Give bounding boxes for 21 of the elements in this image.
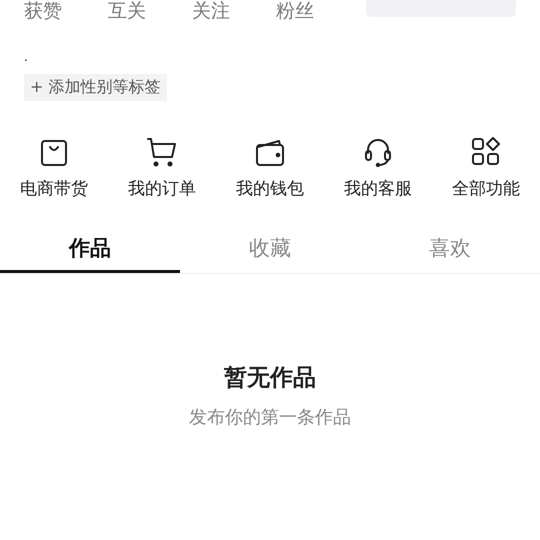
empty-subtitle: 发布你的第一条作品 [189, 406, 351, 429]
stat-label[interactable]: 互关 [108, 0, 192, 22]
shortcut-label[interactable]: 我的钱包 [236, 177, 304, 200]
cart-icon[interactable] [146, 137, 178, 167]
add-tag-button[interactable]: + 添加性别等标签 [24, 74, 166, 101]
stat-label[interactable]: 粉丝 [276, 0, 360, 22]
tab[interactable]: 喜欢 [360, 228, 540, 273]
shortcut-label[interactable]: 我的客服 [344, 177, 412, 200]
wallet-icon[interactable] [255, 139, 285, 167]
stat-label[interactable]: 获赞 [24, 0, 108, 22]
shopping-bag-icon[interactable] [40, 139, 68, 167]
shortcut-label[interactable]: 电商带货 [20, 177, 88, 200]
shortcut-label[interactable]: 我的订单 [128, 177, 196, 200]
grid-icon[interactable] [471, 137, 501, 167]
empty-title: 暂无作品 [224, 364, 316, 393]
tab[interactable]: 作品 [0, 228, 180, 273]
tab[interactable]: 收藏 [180, 228, 360, 273]
shortcut-label[interactable]: 全部功能 [452, 177, 520, 200]
stat-label[interactable]: 关注 [192, 0, 276, 22]
headset-icon[interactable] [363, 137, 393, 167]
bio-text: . [24, 50, 29, 64]
